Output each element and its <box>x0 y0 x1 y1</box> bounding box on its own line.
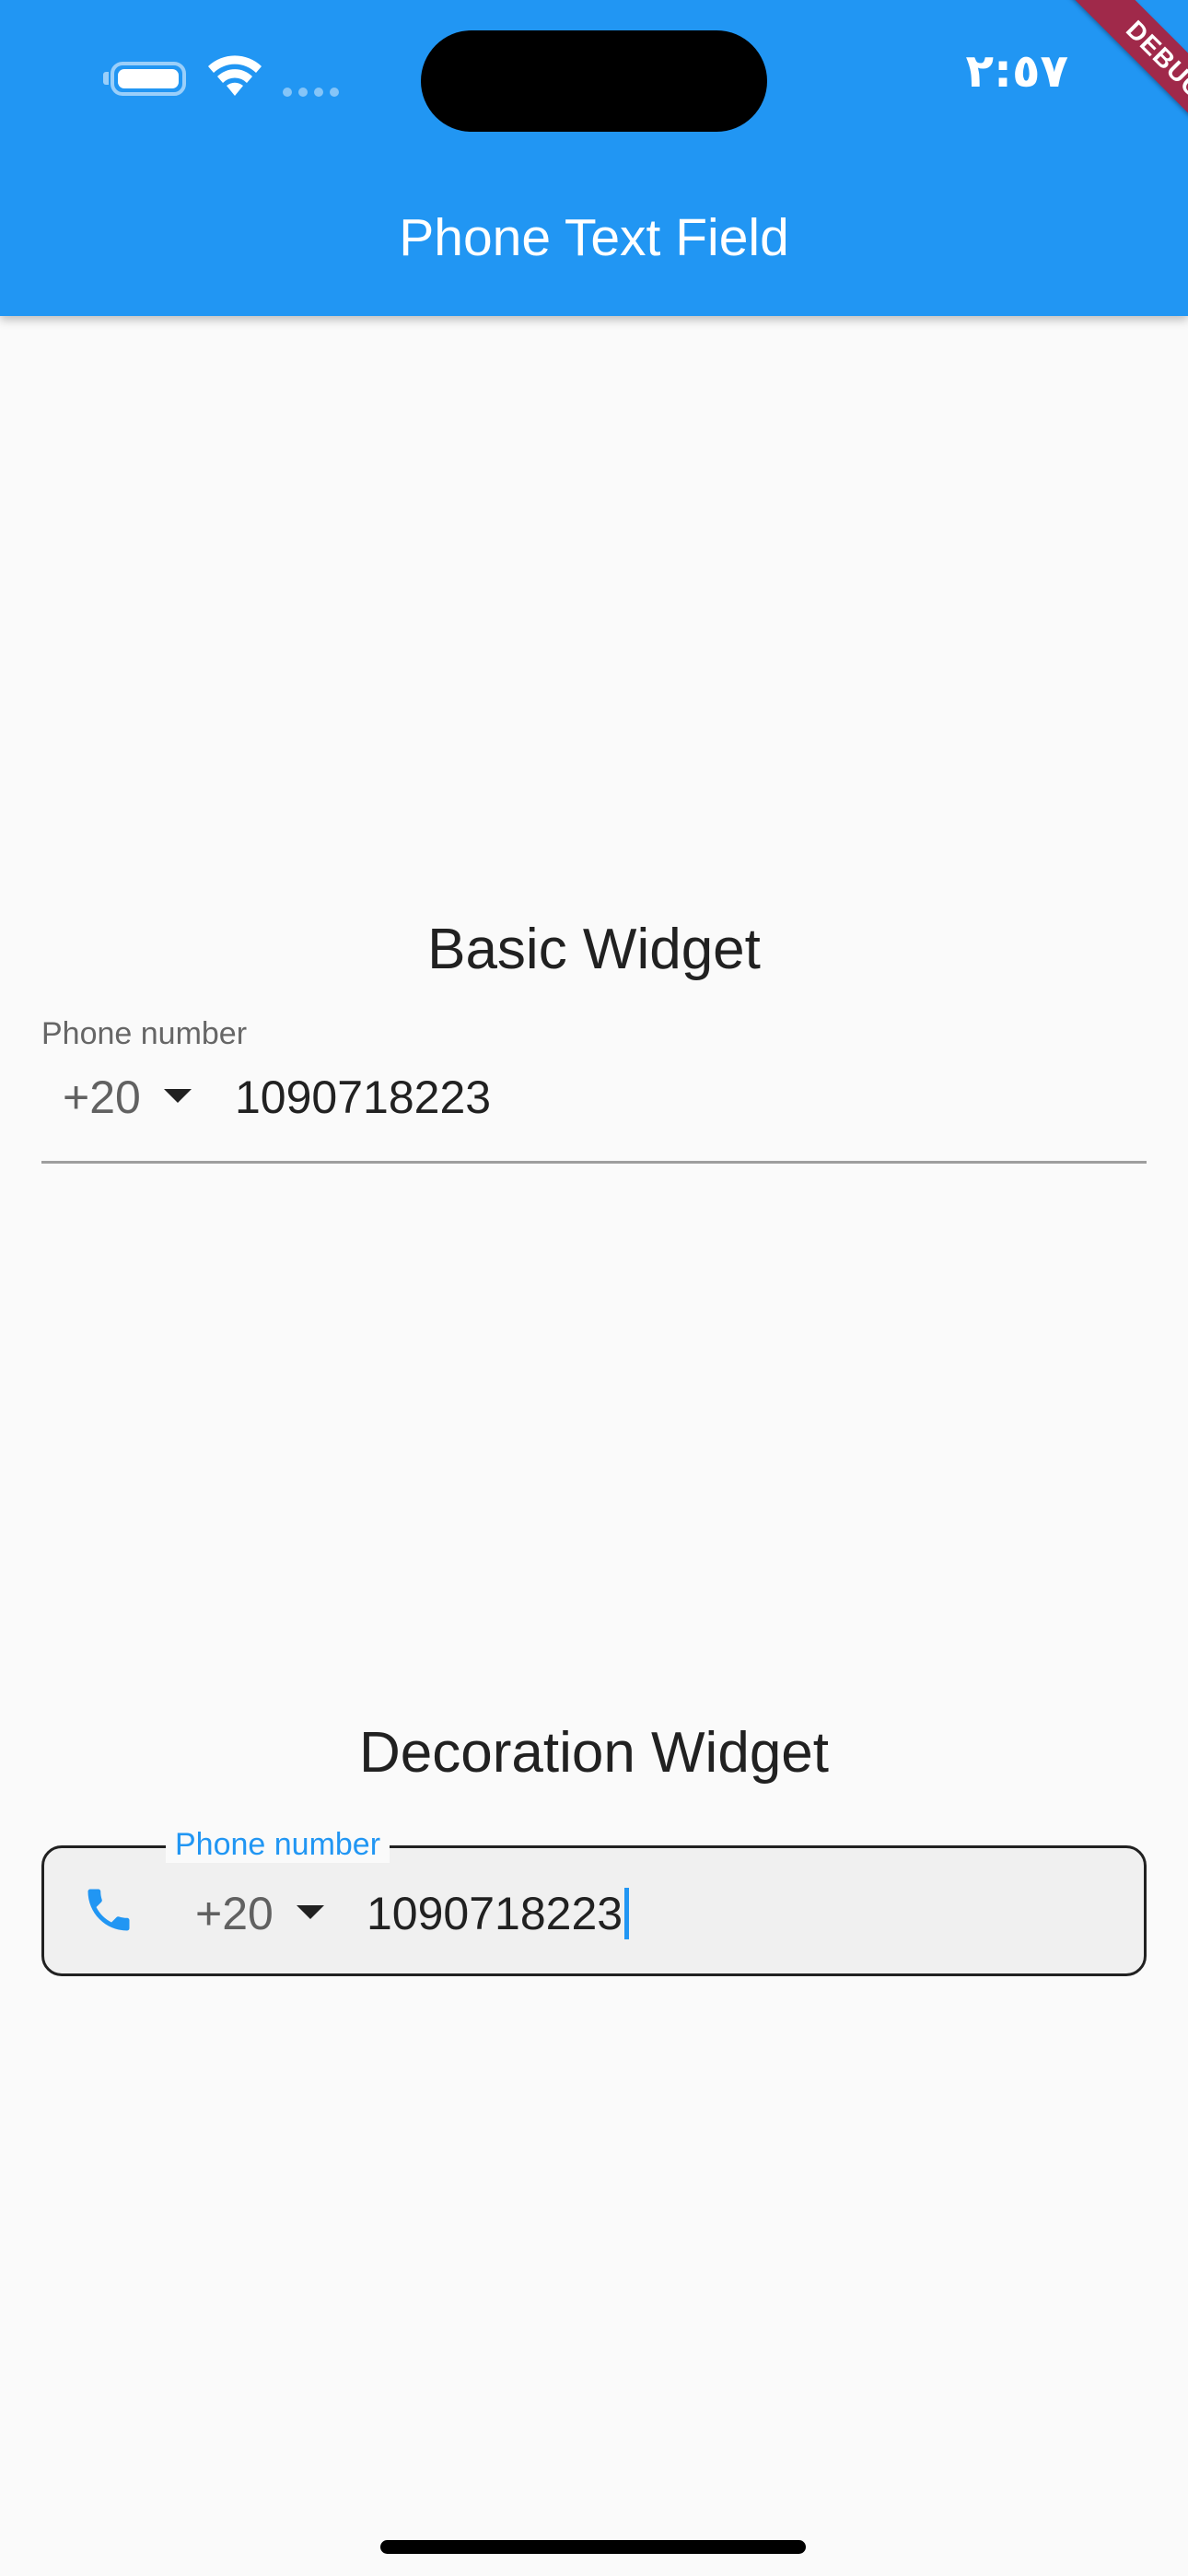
basic-field-underline <box>41 1161 1147 1164</box>
decoration-phone-label: Phone number <box>166 1826 390 1863</box>
decoration-phone-value: 1090718223 <box>367 1888 623 1939</box>
status-time: ٢:٥٧ <box>965 44 1068 98</box>
chevron-down-icon[interactable] <box>164 1089 192 1103</box>
text-cursor <box>624 1887 630 1939</box>
decoration-country-code-selector[interactable]: +20 <box>195 1887 274 1940</box>
app-bar-title: Phone Text Field <box>399 208 789 267</box>
basic-country-code-selector[interactable]: +20 <box>63 1071 141 1124</box>
decoration-phone-input[interactable]: 1090718223 <box>367 1887 630 1943</box>
wifi-icon <box>208 55 262 96</box>
dynamic-island <box>421 30 767 132</box>
basic-widget-heading: Basic Widget <box>427 918 761 981</box>
app-bar: ٢:٥٧ Phone Text Field <box>0 0 1188 316</box>
cellular-signal-icon <box>283 88 339 97</box>
phone-icon <box>87 1889 130 1931</box>
home-indicator[interactable] <box>380 2540 806 2554</box>
basic-phone-input[interactable]: 1090718223 <box>235 1071 491 1124</box>
screen: ٢:٥٧ Phone Text Field DEBUG Basic Widget… <box>0 0 1188 2576</box>
chevron-down-icon[interactable] <box>297 1905 324 1919</box>
battery-icon <box>111 62 186 96</box>
decoration-widget-heading: Decoration Widget <box>358 1721 830 1785</box>
battery-level <box>118 69 179 88</box>
battery-cap <box>103 72 109 85</box>
basic-phone-label: Phone number <box>41 1016 248 1051</box>
